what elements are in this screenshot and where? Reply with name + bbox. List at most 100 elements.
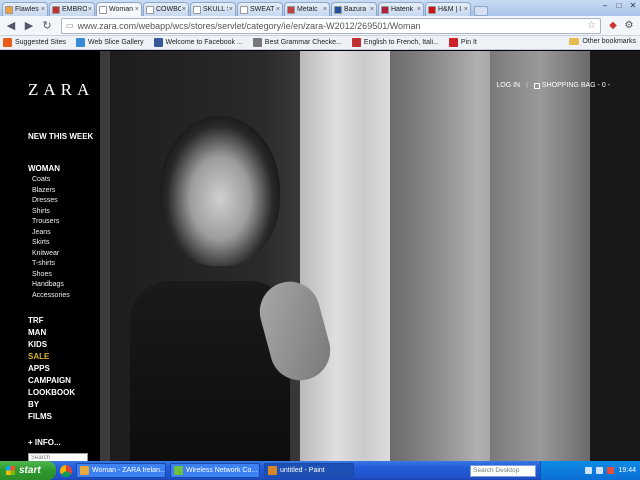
tab-favicon-icon: [334, 5, 342, 14]
nav-category[interactable]: BY: [28, 399, 118, 411]
login-link[interactable]: LOG IN: [496, 82, 520, 89]
nav-subcategory[interactable]: Handbags: [28, 280, 118, 291]
nav-woman[interactable]: WOMAN: [28, 163, 118, 175]
nav-subcategory[interactable]: Shirts: [28, 207, 118, 218]
nav-subcategory[interactable]: Skirts: [28, 238, 118, 249]
start-button[interactable]: start: [0, 461, 56, 480]
minimize-icon[interactable]: –: [600, 1, 610, 11]
tab-close-icon[interactable]: ×: [229, 6, 233, 13]
nav-info[interactable]: + INFO...: [28, 437, 118, 449]
tab-close-icon[interactable]: ×: [135, 6, 139, 13]
taskbar-window-button[interactable]: Woman - ZARA Irelan...: [76, 463, 166, 478]
taskbar-button-label: Woman - ZARA Irelan...: [92, 467, 166, 474]
new-tab-button[interactable]: [474, 6, 488, 16]
security-icon[interactable]: [607, 467, 615, 474]
browser-tab[interactable]: Flawles ×: [2, 2, 48, 16]
bookmark-label: Pin It: [460, 39, 477, 46]
search-input[interactable]: [28, 453, 88, 461]
browser-tab[interactable]: SKULL S×: [190, 2, 236, 16]
desktop-search-input[interactable]: Search Desktop: [470, 464, 536, 477]
other-bookmarks[interactable]: Other bookmarks: [569, 38, 636, 45]
nav-subcategory[interactable]: Trousers: [28, 217, 118, 228]
tab-favicon-icon: [287, 5, 295, 14]
network-icon[interactable]: [585, 467, 593, 474]
nav-subcategory[interactable]: Coats: [28, 175, 118, 186]
tab-label: COWBC: [156, 6, 181, 13]
nav-subcategory[interactable]: Dresses: [28, 196, 118, 207]
forward-arrow-icon[interactable]: ▶: [21, 18, 37, 34]
tab-favicon-icon: [240, 5, 248, 14]
nav-subcategory[interactable]: Knitwear: [28, 249, 118, 260]
nav-subcategory[interactable]: T-shirts: [28, 259, 118, 270]
tab-favicon-icon: [428, 5, 436, 14]
nav-new-this-week[interactable]: NEW THIS WEEK: [28, 131, 118, 143]
extension-icon[interactable]: ◆: [605, 18, 621, 34]
bookmark-item[interactable]: Suggested Sites: [3, 38, 66, 47]
tab-close-icon[interactable]: ×: [323, 6, 327, 13]
tab-close-icon[interactable]: ×: [182, 6, 186, 13]
system-tray: 19:44: [540, 461, 640, 480]
shopping-bag-link[interactable]: SHOPPING BAG - 0 -: [533, 82, 610, 89]
browser-tab[interactable]: EMBRO ×: [49, 2, 95, 16]
nav-category[interactable]: MAN: [28, 327, 118, 339]
nav-category[interactable]: FILMS: [28, 411, 118, 423]
volume-icon[interactable]: [596, 467, 604, 474]
browser-tab[interactable]: Hatenk ×: [378, 2, 424, 16]
browser-toolbar: ◀ ▶ ↻ ▭ www.zara.com/webapp/wcs/stores/s…: [0, 16, 640, 36]
photo-model-head: [160, 116, 280, 266]
wrench-icon[interactable]: ⚙: [621, 18, 637, 34]
browser-tab[interactable]: H&M | I ×: [425, 2, 471, 16]
start-label: start: [19, 465, 41, 476]
browser-tab[interactable]: Bazura ×: [331, 2, 377, 16]
bookmark-favicon-icon: [448, 38, 458, 47]
page-icon: ▭: [66, 21, 74, 30]
reload-icon[interactable]: ↻: [39, 18, 55, 34]
taskbar-window-button[interactable]: Wireless Network Co...: [170, 463, 260, 478]
windows-flag-icon: [6, 466, 15, 475]
bookmark-star-icon[interactable]: ☆: [587, 20, 596, 31]
zara-logo[interactable]: ZARA: [28, 80, 94, 100]
nav-subcategory[interactable]: Shoes: [28, 270, 118, 281]
other-bookmarks-label: Other bookmarks: [582, 38, 636, 45]
tab-close-icon[interactable]: ×: [41, 6, 45, 13]
nav-category[interactable]: TRF: [28, 315, 118, 327]
shopping-bag-label: SHOPPING BAG - 0 -: [541, 82, 610, 89]
nav-subcategory[interactable]: Blazers: [28, 186, 118, 197]
bookmark-item[interactable]: English to French, Itali...: [351, 38, 439, 47]
nav-category[interactable]: CAMPAIGN: [28, 375, 118, 387]
tab-close-icon[interactable]: ×: [276, 6, 280, 13]
tab-favicon-icon: [99, 5, 107, 14]
nav-category[interactable]: APPS: [28, 363, 118, 375]
tab-close-icon[interactable]: ×: [370, 6, 374, 13]
tab-close-icon[interactable]: ×: [417, 6, 421, 13]
quicklaunch-chrome-icon[interactable]: [60, 464, 72, 477]
browser-tab[interactable]: SWEAT ×: [237, 2, 283, 16]
bookmark-item[interactable]: Pin It: [448, 38, 477, 47]
nav-category[interactable]: KIDS: [28, 339, 118, 351]
back-arrow-icon[interactable]: ◀: [3, 18, 19, 34]
bookmark-item[interactable]: Web Slice Gallery: [75, 38, 144, 47]
bookmark-item[interactable]: Best Grammar Checke...: [252, 38, 342, 47]
address-bar[interactable]: ▭ www.zara.com/webapp/wcs/stores/servlet…: [61, 17, 601, 34]
maximize-icon[interactable]: □: [614, 1, 624, 11]
tab-close-icon[interactable]: ×: [88, 6, 92, 13]
close-window-icon[interactable]: ✕: [628, 1, 638, 11]
nav-category[interactable]: SALE: [28, 351, 118, 363]
browser-tab[interactable]: Woman ×: [96, 2, 142, 16]
tab-favicon-icon: [381, 5, 389, 14]
nav-category[interactable]: LOOKBOOK: [28, 387, 118, 399]
bookmark-item[interactable]: Welcome to Facebook ...: [153, 38, 243, 47]
nav-subcategory[interactable]: Accessories: [28, 291, 118, 302]
tab-label: Metalc: [297, 6, 318, 13]
tab-close-icon[interactable]: ×: [464, 6, 468, 13]
tab-label: SKULL S: [203, 6, 228, 13]
nav-separator: |: [526, 82, 528, 89]
shopping-bag-icon: [533, 82, 540, 89]
browser-tab[interactable]: Metalc ×: [284, 2, 330, 16]
taskbar-window-button[interactable]: untitled - Paint: [264, 463, 354, 478]
browser-tab[interactable]: COWBC ×: [143, 2, 189, 16]
nav-subcategory[interactable]: Jeans: [28, 228, 118, 239]
window-controls: – □ ✕: [600, 1, 638, 11]
bookmark-favicon-icon: [75, 38, 85, 47]
folder-icon: [569, 38, 580, 45]
